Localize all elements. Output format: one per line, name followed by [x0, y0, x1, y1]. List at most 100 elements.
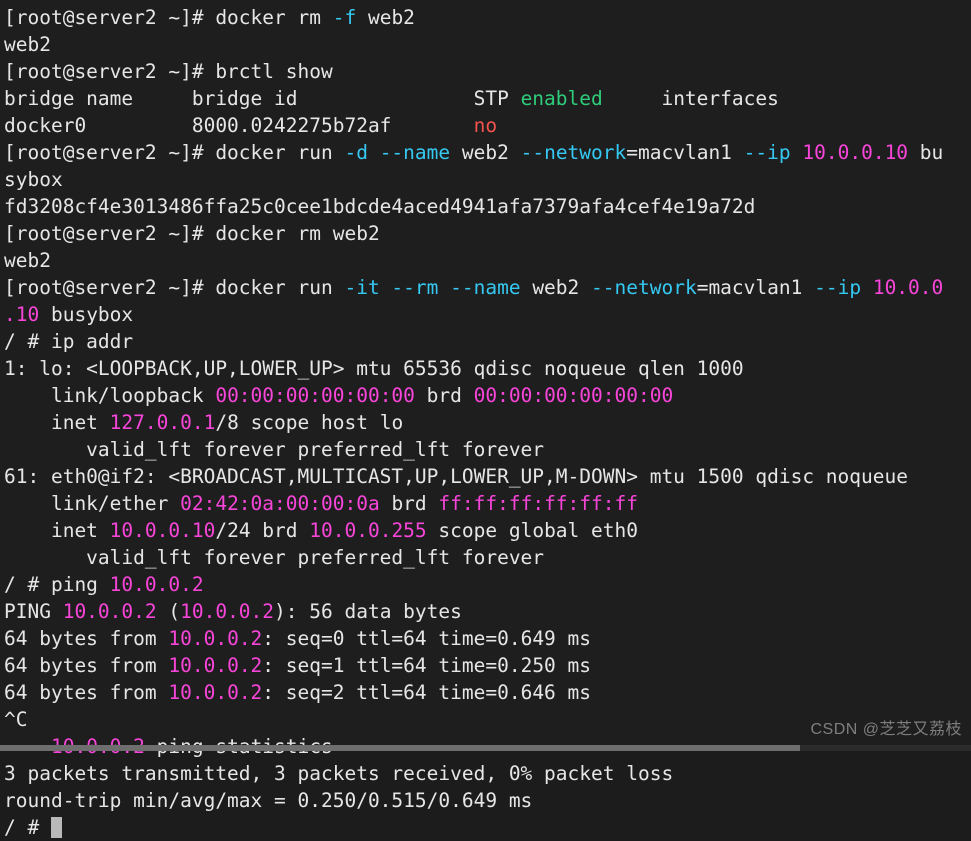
terminal-line: [root@server2 ~]# docker run -it --rm --… [4, 274, 971, 301]
horizontal-scrollbar-thumb[interactable] [0, 745, 800, 751]
terminal-line: inet 127.0.0.1/8 scope host lo [4, 409, 971, 436]
terminal-text-segment: 64 bytes from [4, 654, 169, 677]
terminal-text-segment: =macvlan1 [626, 141, 744, 164]
terminal-text-segment: 10.0.0.2 [180, 600, 275, 623]
terminal-text-segment: 10.0.0.2 [168, 627, 263, 650]
terminal-text-segment: : seq=1 ttl=64 time=0.250 ms [262, 654, 592, 677]
terminal-text-segment: brd [379, 492, 439, 515]
terminal-text-segment: [root@server2 ~]# brctl show [4, 60, 333, 83]
terminal-line: 64 bytes from 10.0.0.2: seq=0 ttl=64 tim… [4, 625, 971, 652]
terminal-line: [root@server2 ~]# docker rm web2 [4, 220, 971, 247]
terminal-line: [root@server2 ~]# docker rm -f web2 [4, 4, 971, 31]
terminal-text-segment: / # ping [4, 573, 110, 596]
terminal-text-segment: 64 bytes from [4, 681, 169, 704]
terminal-text-segment: PING [4, 600, 63, 623]
terminal-text-segment: 10.0.0.2 [62, 600, 157, 623]
terminal-text-segment: 1: lo: <LOOPBACK,UP,LOWER_UP> mtu 65536 … [4, 357, 744, 380]
terminal-text-segment: 127.0.0.1 [109, 411, 216, 434]
terminal-line: 64 bytes from 10.0.0.2: seq=2 ttl=64 tim… [4, 679, 971, 706]
terminal-line: sybox [4, 166, 971, 193]
terminal-text-segment: inet [4, 411, 110, 434]
terminal-line: 3 packets transmitted, 3 packets receive… [4, 760, 971, 787]
terminal-text-segment: web2 [450, 141, 521, 164]
terminal-window[interactable]: [root@server2 ~]# docker rm -f web2 web2[… [0, 0, 971, 839]
terminal-text-segment: -it --rm --name [344, 276, 521, 299]
terminal-text-segment: web2 [4, 33, 51, 56]
terminal-text-segment: [root@server2 ~]# docker rm web2 [4, 222, 380, 245]
terminal-text-segment: .10 [4, 303, 40, 326]
terminal-text-segment: enabled [520, 87, 603, 110]
terminal-line: / # ping 10.0.0.2 [4, 571, 971, 598]
terminal-text-segment: 00:00:00:00:00:00 [473, 384, 674, 407]
terminal-text-segment: --network [520, 141, 627, 164]
terminal-text-segment: bu [908, 141, 944, 164]
terminal-line: link/loopback 00:00:00:00:00:00 brd 00:0… [4, 382, 971, 409]
terminal-text-segment: 10.0.0.2 [109, 573, 204, 596]
terminal-text-segment: ^C [4, 708, 28, 731]
terminal-text-segment: 10.0.0.255 [309, 519, 427, 542]
terminal-text-segment: : seq=0 ttl=64 time=0.649 ms [262, 627, 592, 650]
terminal-text-segment: ff:ff:ff:ff:ff:ff [438, 492, 638, 515]
terminal-text-segment: web2 [4, 249, 51, 272]
terminal-line: link/ether 02:42:0a:00:00:0a brd ff:ff:f… [4, 490, 971, 517]
terminal-text-segment: no [473, 114, 498, 137]
horizontal-scrollbar-track[interactable] [0, 745, 971, 751]
terminal-text-segment: /8 scope host lo [215, 411, 404, 434]
terminal-text-segment: valid_lft forever preferred_lft forever [4, 438, 545, 461]
terminal-text-segment: [root@server2 ~]# docker run [4, 141, 345, 164]
terminal-text-segment: [root@server2 ~]# docker rm [4, 6, 333, 29]
terminal-text-segment: --ip [743, 141, 791, 164]
terminal-line: bridge name bridge id STP enabled interf… [4, 85, 971, 112]
terminal-line: [root@server2 ~]# docker run -d --name w… [4, 139, 971, 166]
terminal-text-segment: --ip [814, 276, 862, 299]
terminal-text-segment: interfaces [602, 87, 779, 110]
terminal-text-segment: 64 bytes from [4, 627, 169, 650]
text-cursor [50, 817, 62, 838]
terminal-text-segment: web2 [356, 6, 415, 29]
terminal-text-segment: inet [4, 519, 110, 542]
terminal-line: [root@server2 ~]# brctl show [4, 58, 971, 85]
terminal-text-segment: busybox [39, 303, 134, 326]
terminal-text-segment: 10.0.0.10 [109, 519, 216, 542]
terminal-text-segment: / # [4, 816, 51, 839]
terminal-text-segment: fd3208cf4e3013486ffa25c0cee1bdcde4aced49… [4, 195, 756, 218]
terminal-text-segment: round-trip min/avg/max = 0.250/0.515/0.6… [4, 789, 533, 812]
terminal-text-segment: =macvlan1 [696, 276, 815, 299]
terminal-line: fd3208cf4e3013486ffa25c0cee1bdcde4aced49… [4, 193, 971, 220]
terminal-line: .10 busybox [4, 301, 971, 328]
terminal-text-segment: link/loopback [4, 384, 216, 407]
terminal-text-segment: [root@server2 ~]# docker run [4, 276, 345, 299]
terminal-text-segment: docker0 8000.0242275b72af [4, 114, 474, 137]
terminal-text-segment: -d --name [344, 141, 451, 164]
terminal-text-segment: web2 [520, 276, 592, 299]
terminal-text-segment: 10.0.0.2 [168, 681, 263, 704]
terminal-text-segment: 10.0.0.10 [802, 141, 909, 164]
terminal-text-segment: link/ether [4, 492, 181, 515]
terminal-text-segment: --network [591, 276, 697, 299]
terminal-line: round-trip min/avg/max = 0.250/0.515/0.6… [4, 787, 971, 814]
terminal-text-segment: -f [332, 6, 357, 29]
terminal-text-segment: 3 packets transmitted, 3 packets receive… [4, 762, 674, 785]
csdn-watermark: CSDN @芝芝又荔枝 [810, 721, 962, 738]
terminal-text-segment: 02:42:0a:00:00:0a [180, 492, 380, 515]
terminal-line: 61: eth0@if2: <BROADCAST,MULTICAST,UP,LO… [4, 463, 971, 490]
terminal-text-segment: 61: eth0@if2: <BROADCAST,MULTICAST,UP,LO… [4, 465, 908, 488]
terminal-text-segment: 10.0.0 [872, 276, 944, 299]
terminal-text-segment: scope global eth0 [426, 519, 638, 542]
terminal-line: / # ip addr [4, 328, 971, 355]
terminal-line: / # [4, 814, 971, 841]
terminal-text-segment: sybox [4, 168, 63, 191]
terminal-text-segment: 00:00:00:00:00:00 [215, 384, 415, 407]
terminal-text-segment: bridge name bridge id STP [4, 87, 521, 110]
terminal-line: inet 10.0.0.10/24 brd 10.0.0.255 scope g… [4, 517, 971, 544]
terminal-text-segment: brd [414, 384, 474, 407]
terminal-line: web2 [4, 31, 971, 58]
terminal-text-segment: : seq=2 ttl=64 time=0.646 ms [262, 681, 592, 704]
terminal-text-segment: /24 brd [215, 519, 310, 542]
terminal-line: 1: lo: <LOOPBACK,UP,LOWER_UP> mtu 65536 … [4, 355, 971, 382]
terminal-line: docker0 8000.0242275b72af no [4, 112, 971, 139]
terminal-line: 64 bytes from 10.0.0.2: seq=1 ttl=64 tim… [4, 652, 971, 679]
terminal-line: valid_lft forever preferred_lft forever [4, 544, 971, 571]
